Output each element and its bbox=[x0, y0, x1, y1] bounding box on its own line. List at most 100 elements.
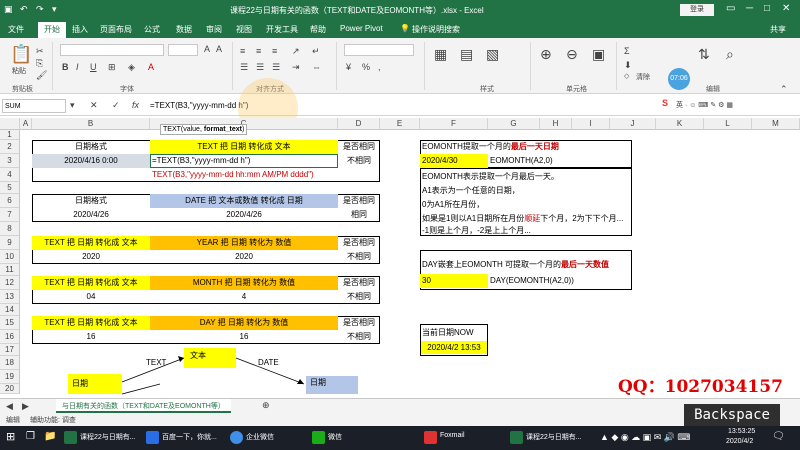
shrink-font-icon[interactable]: A bbox=[216, 44, 222, 54]
indent-icon[interactable]: ⇥ bbox=[292, 62, 300, 73]
worksheet-grid[interactable]: A B C D E F G H I J K L M 1 2 3 4 5 6 7 … bbox=[0, 118, 800, 398]
borders-icon[interactable]: ⊞ bbox=[108, 62, 116, 73]
tab-help[interactable]: 帮助 bbox=[310, 24, 326, 35]
sheet-tab-active[interactable]: 与日期有关的函数（TEXT和DATE及EOMONTH等） bbox=[56, 399, 231, 413]
grow-font-icon[interactable]: A bbox=[204, 44, 210, 54]
taskbar-item-wecom[interactable]: 企业微信 bbox=[246, 432, 274, 442]
name-box-dropdown-icon[interactable]: ▾ bbox=[70, 100, 75, 111]
insert-cells-icon[interactable]: ⊕ bbox=[540, 46, 552, 63]
maximize-icon[interactable]: □ bbox=[764, 3, 770, 14]
save-icon[interactable]: ▣ bbox=[4, 4, 13, 15]
font-color-icon[interactable]: A bbox=[148, 62, 154, 72]
currency-icon[interactable]: ¥ bbox=[346, 62, 351, 72]
minimize-icon[interactable]: ─ bbox=[746, 3, 753, 14]
tab-insert[interactable]: 插入 bbox=[72, 24, 88, 35]
tab-data[interactable]: 数据 bbox=[176, 24, 192, 35]
comma-icon[interactable]: , bbox=[378, 62, 381, 72]
qq-watermark: QQ：1027034157 bbox=[618, 377, 783, 397]
prev-sheet-icon[interactable]: ◀ bbox=[6, 401, 13, 412]
paste-icon[interactable]: 📋 bbox=[10, 44, 32, 65]
number-format-dropdown[interactable] bbox=[344, 44, 414, 56]
file-explorer-icon[interactable]: 📁 bbox=[44, 431, 56, 442]
copy-icon[interactable]: ⎘ bbox=[36, 58, 43, 69]
wechat-icon bbox=[312, 431, 325, 444]
redo-icon[interactable]: ↷ bbox=[36, 4, 44, 15]
align-center-icon[interactable]: ☰ bbox=[256, 62, 264, 73]
tab-review[interactable]: 审阅 bbox=[206, 24, 222, 35]
name-box[interactable]: SUM bbox=[2, 99, 66, 113]
taskbar-item-baidu[interactable]: 百度一下，你就... bbox=[162, 432, 217, 442]
find-select-icon[interactable]: ⌕ bbox=[726, 46, 734, 63]
sort-filter-icon[interactable]: ⇅ bbox=[698, 46, 710, 63]
clear-icon[interactable]: ◇ bbox=[624, 72, 629, 80]
tab-page-layout[interactable]: 页面布局 bbox=[100, 24, 132, 35]
cut-icon[interactable]: ✂ bbox=[36, 46, 44, 57]
wrap-text-icon[interactable]: ↵ bbox=[312, 46, 320, 57]
customize-qat-icon[interactable]: ▾ bbox=[52, 4, 57, 15]
collapse-ribbon-icon[interactable]: ⌃ bbox=[780, 84, 788, 95]
group-font: 字体 bbox=[120, 86, 134, 93]
bold-icon[interactable]: B bbox=[62, 62, 69, 72]
align-bottom-icon[interactable]: ≡ bbox=[272, 46, 277, 56]
ime-tools-icon[interactable]: 英 · ☺ ⌨ ✎ ⚙ ▦ bbox=[676, 100, 733, 110]
tray-date[interactable]: 2020/4/2 bbox=[726, 438, 753, 445]
close-icon[interactable]: ✕ bbox=[782, 3, 790, 14]
new-sheet-icon[interactable]: ⊕ bbox=[262, 400, 270, 411]
tab-developer[interactable]: 开发工具 bbox=[266, 24, 298, 35]
fill-color-icon[interactable]: ◈ bbox=[128, 62, 135, 73]
status-accessibility[interactable]: 辅助功能: 调查 bbox=[30, 415, 76, 425]
tab-view[interactable]: 视图 bbox=[236, 24, 252, 35]
taskbar-item-foxmail[interactable]: Foxmail bbox=[440, 432, 465, 439]
italic-icon[interactable]: I bbox=[76, 62, 79, 72]
clear-label: 清除 bbox=[636, 74, 650, 81]
ribbon-display-icon[interactable]: ▭ bbox=[726, 3, 735, 14]
orientation-icon[interactable]: ↗ bbox=[292, 46, 300, 57]
fill-icon[interactable]: ⬇ bbox=[624, 60, 632, 71]
tab-power-pivot[interactable]: Power Pivot bbox=[340, 24, 383, 33]
align-right-icon[interactable]: ☰ bbox=[272, 62, 280, 73]
separator bbox=[424, 42, 425, 90]
taskbar-item-excel[interactable]: 课程22与日期有... bbox=[80, 432, 136, 442]
format-as-table-icon[interactable]: ▤ bbox=[460, 46, 473, 63]
tray-icons[interactable]: ▲ ◆ ◉ ☁ ▣ ✉ 🔊 ⌨ bbox=[600, 432, 690, 443]
diagram-text-box: 文本 bbox=[184, 348, 236, 368]
separator bbox=[530, 42, 531, 90]
insert-function-icon[interactable]: fx bbox=[132, 100, 139, 110]
align-top-icon[interactable]: ≡ bbox=[240, 46, 245, 56]
tab-file[interactable]: 文件 bbox=[8, 24, 24, 35]
sogou-ime-icon[interactable]: S bbox=[662, 98, 668, 108]
autosum-icon[interactable]: Σ bbox=[624, 46, 630, 56]
cell-styles-icon[interactable]: ▧ bbox=[486, 46, 499, 63]
tray-time[interactable]: 13:53:25 bbox=[728, 428, 755, 435]
tell-me-search[interactable]: 操作说明搜索 bbox=[412, 24, 460, 35]
merge-center-icon[interactable]: ⇔ bbox=[312, 62, 321, 72]
formula-bar: SUM ▾ ✕ ✓ fx =TEXT(B3,"yyyy-mm-dd h") S … bbox=[0, 96, 800, 116]
font-size-dropdown[interactable] bbox=[168, 44, 198, 56]
align-left-icon[interactable]: ☰ bbox=[240, 62, 248, 73]
foxmail-icon bbox=[424, 431, 437, 444]
taskbar-item-wechat[interactable]: 微信 bbox=[328, 432, 342, 442]
tab-home[interactable]: 开始 bbox=[38, 22, 66, 38]
login-button[interactable]: 登录 bbox=[680, 4, 714, 16]
windows-start-icon[interactable]: ⊞ bbox=[6, 430, 15, 443]
font-name-dropdown[interactable] bbox=[60, 44, 164, 56]
paste-label: 粘贴 bbox=[12, 68, 26, 75]
separator bbox=[52, 42, 53, 90]
undo-icon[interactable]: ↶ bbox=[20, 4, 28, 15]
underline-icon[interactable]: U bbox=[90, 62, 97, 72]
enter-formula-icon[interactable]: ✓ bbox=[112, 100, 120, 111]
delete-cells-icon[interactable]: ⊖ bbox=[566, 46, 578, 63]
tab-formulas[interactable]: 公式 bbox=[144, 24, 160, 35]
task-view-icon[interactable]: ❐ bbox=[26, 431, 35, 442]
percent-icon[interactable]: % bbox=[362, 62, 370, 72]
taskbar-item-excel-2[interactable]: 课程22与日期有... bbox=[526, 432, 582, 442]
share-button[interactable]: 共享 bbox=[770, 24, 786, 35]
align-middle-icon[interactable]: ≡ bbox=[256, 46, 261, 56]
diagram-date-box: 日期 bbox=[68, 374, 122, 394]
next-sheet-icon[interactable]: ▶ bbox=[22, 401, 29, 412]
format-painter-icon[interactable]: 🖌 bbox=[36, 70, 47, 81]
conditional-format-icon[interactable]: ▦ bbox=[434, 46, 447, 63]
notification-icon[interactable]: 🗨 bbox=[772, 431, 785, 442]
format-cells-icon[interactable]: ▣ bbox=[592, 46, 605, 63]
cancel-formula-icon[interactable]: ✕ bbox=[90, 100, 98, 111]
